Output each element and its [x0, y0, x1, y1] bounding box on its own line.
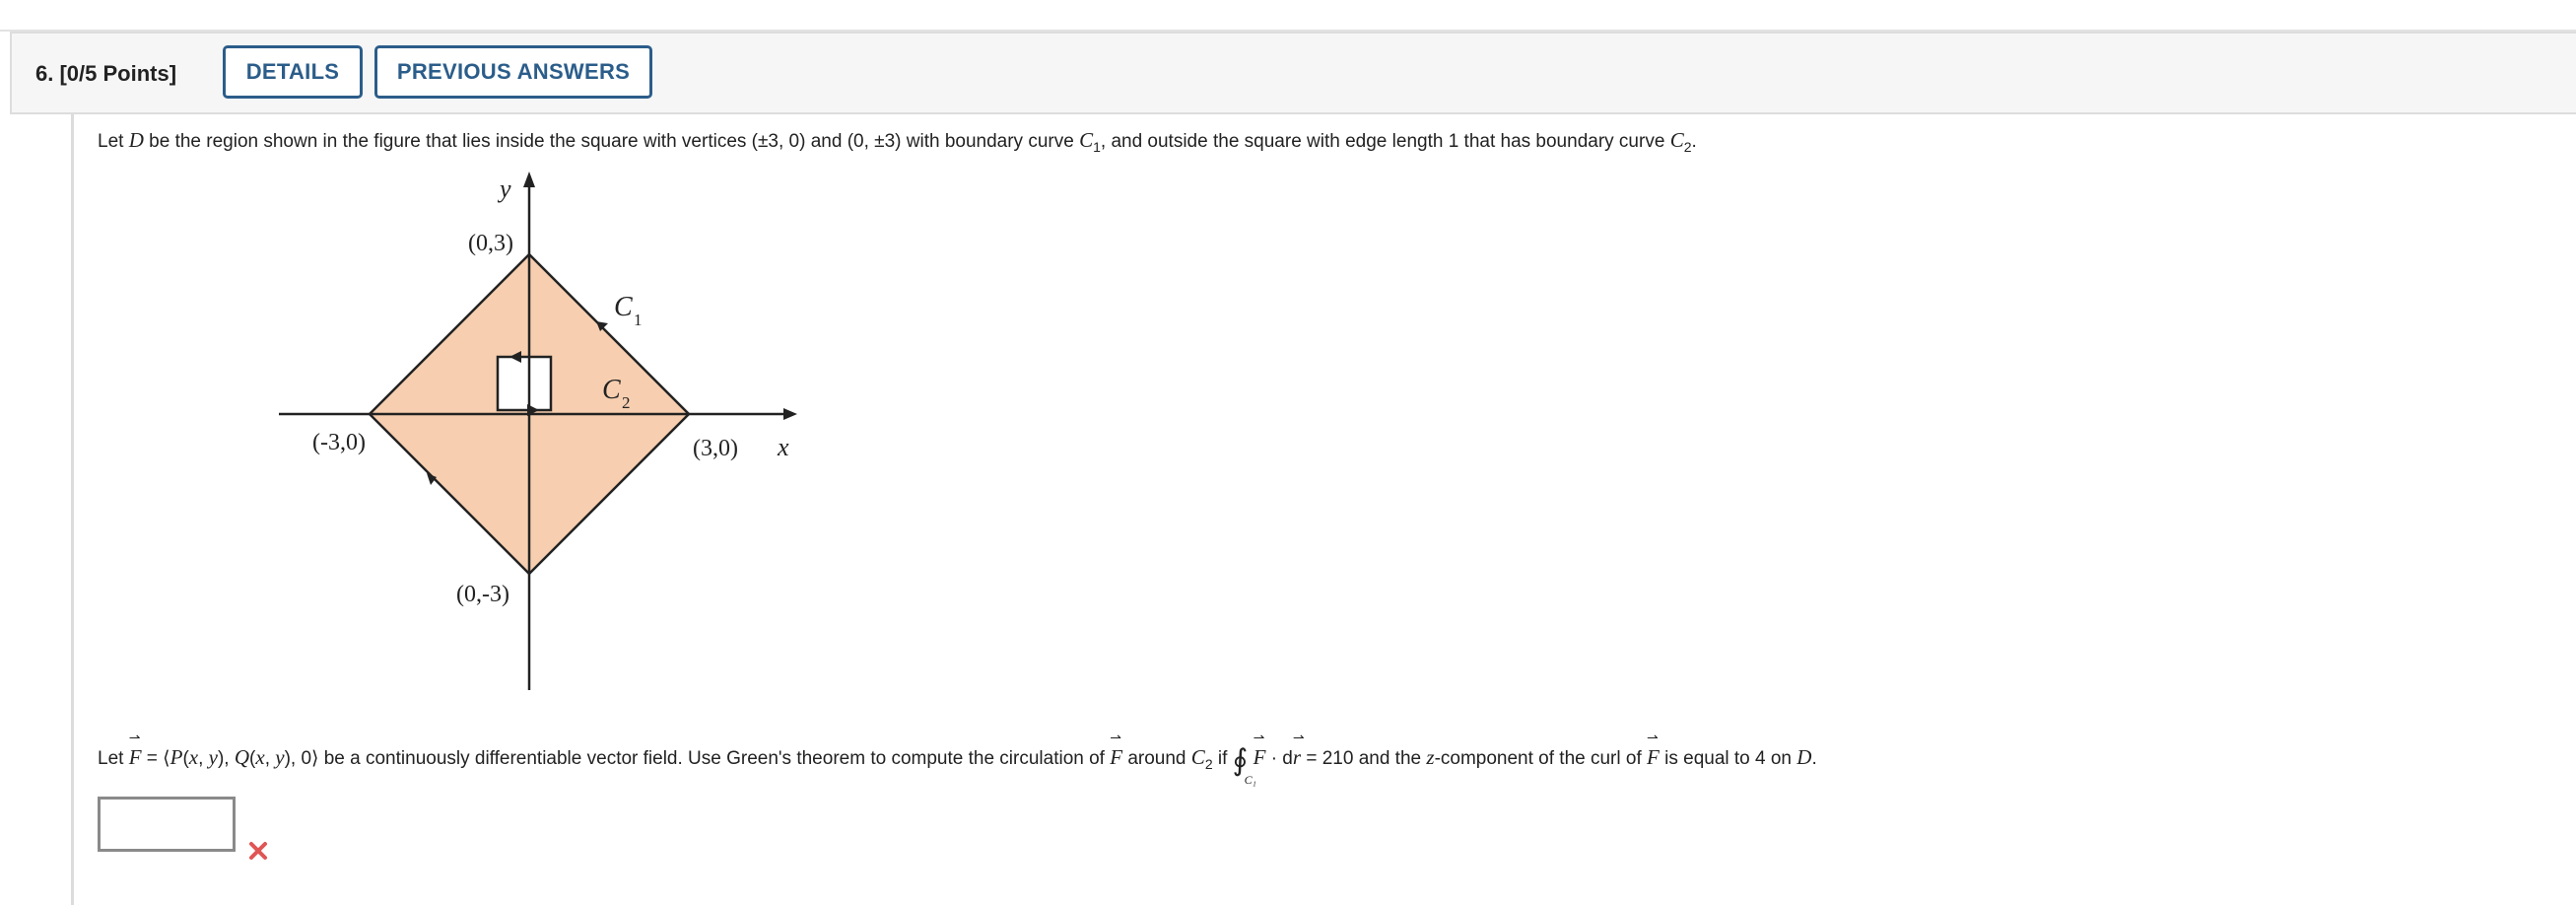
c1-label: C	[614, 292, 633, 322]
top-divider	[0, 0, 2576, 32]
vertex-top-label: (0,3)	[468, 231, 513, 256]
y-axis-arrow	[523, 172, 535, 187]
details-button[interactable]: DETAILS	[223, 45, 363, 99]
region-figure: y x (0,3) (0,-3) (-3,0) (3,0) C 1 C 2	[202, 168, 833, 700]
question-header: 6. [0/5 Points] DETAILS PREVIOUS ANSWERS	[10, 32, 2576, 114]
incorrect-x-icon	[249, 842, 267, 860]
x-axis-label: x	[777, 433, 789, 461]
question-body: Let D be the region shown in the figure …	[71, 114, 2576, 905]
answer-input[interactable]	[98, 797, 236, 852]
previous-answers-button[interactable]: PREVIOUS ANSWERS	[374, 45, 652, 99]
vertex-right-label: (3,0)	[693, 436, 738, 461]
inner-square-c2	[496, 355, 553, 412]
c2-label: C	[602, 375, 621, 405]
question-number: 6. [0/5 Points]	[35, 61, 177, 86]
question-statement: Let F = ⟨P(x, y), Q(x, y), 0⟩ be a conti…	[98, 731, 1817, 787]
vertex-left-label: (-3,0)	[312, 430, 366, 455]
x-axis-arrow	[783, 408, 797, 420]
region-diagram: y x (0,3) (0,-3) (-3,0) (3,0) C 1 C 2	[279, 172, 797, 690]
c1-subscript: 1	[634, 311, 643, 329]
vertex-bottom-label: (0,-3)	[456, 582, 509, 607]
line-integral-symbol: ∮ C₁	[1232, 743, 1256, 787]
y-axis-label: y	[497, 174, 511, 203]
problem-statement: Let D be the region shown in the figure …	[98, 128, 1697, 155]
c2-subscript: 2	[622, 393, 631, 412]
